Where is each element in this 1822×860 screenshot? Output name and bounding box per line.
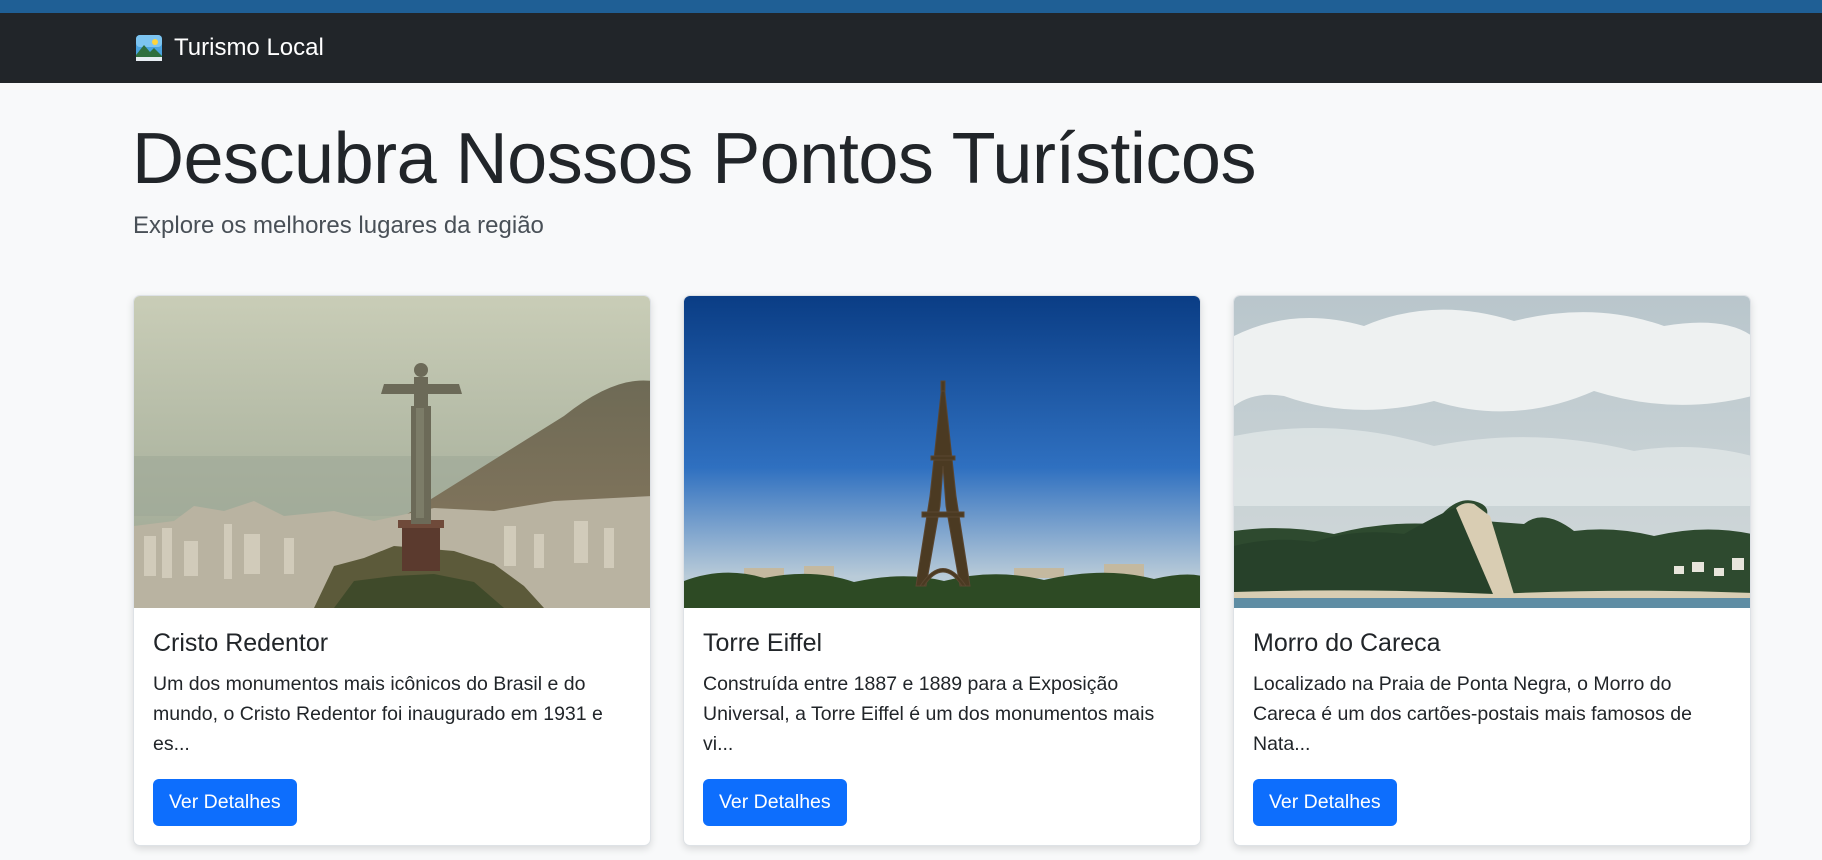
christ-the-redeemer-image: [134, 296, 650, 608]
ver-detalhes-button[interactable]: Ver Detalhes: [703, 779, 847, 826]
card-cristo-redentor: Cristo Redentor Um dos monumentos mais i…: [133, 295, 651, 846]
morro-do-careca-image: [1234, 296, 1750, 608]
page-subtitle: Explore os melhores lugares da região: [133, 212, 544, 239]
ver-detalhes-button[interactable]: Ver Detalhes: [1253, 779, 1397, 826]
card-title: Cristo Redentor: [153, 629, 329, 657]
card-torre-eiffel: Torre Eiffel Construída entre 1887 e 188…: [683, 295, 1201, 846]
eiffel-tower-image: [684, 296, 1200, 608]
navbar-brand[interactable]: Turismo Local: [136, 33, 324, 63]
card-title: Morro do Careca: [1253, 629, 1441, 657]
page-title: Descubra Nossos Pontos Turísticos: [132, 119, 1256, 199]
card-morro-do-careca: Morro do Careca Localizado na Praia de P…: [1233, 295, 1751, 846]
landscape-icon: [136, 35, 162, 61]
browser-top-strip: [0, 0, 1822, 13]
navbar: Turismo Local: [0, 13, 1822, 83]
card-description: Localizado na Praia de Ponta Negra, o Mo…: [1253, 673, 1692, 755]
card-description: Um dos monumentos mais icônicos do Brasi…: [153, 673, 603, 755]
brand-name: Turismo Local: [174, 34, 324, 61]
card-description: Construída entre 1887 e 1889 para a Expo…: [703, 673, 1155, 755]
ver-detalhes-button[interactable]: Ver Detalhes: [153, 779, 297, 826]
card-title: Torre Eiffel: [703, 629, 823, 657]
